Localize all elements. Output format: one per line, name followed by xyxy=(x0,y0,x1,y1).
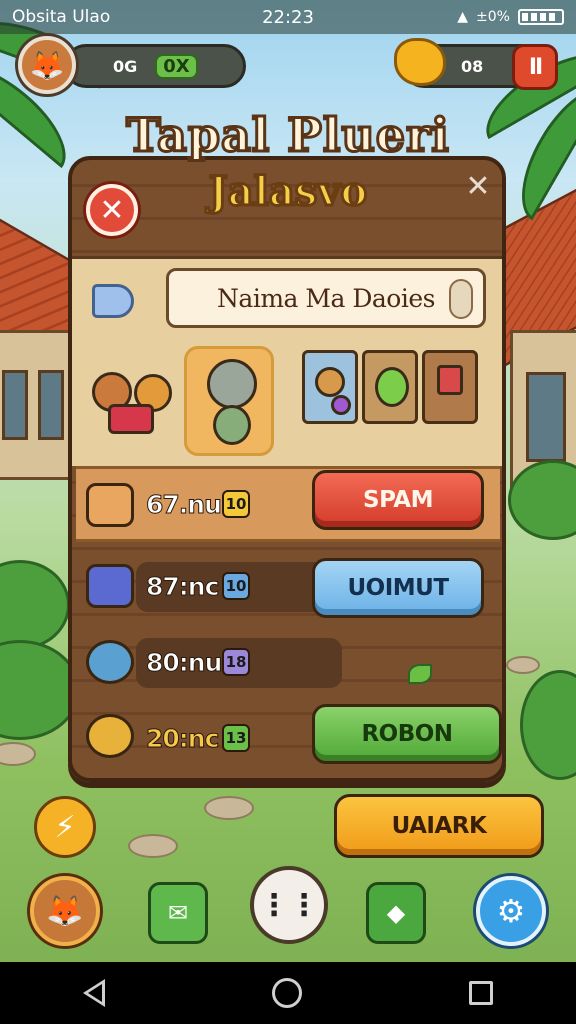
signal-icon: ▲ xyxy=(457,9,469,25)
close-icon: ✕ xyxy=(99,192,125,228)
battery-icon xyxy=(518,9,564,25)
battery-percent: ±0% xyxy=(476,9,510,25)
row-1-badge: 10 xyxy=(222,490,250,518)
fox-hat-icon: 🦊 xyxy=(46,893,84,929)
status-left-text: Obsita Ulao xyxy=(12,7,111,27)
row-4-label: 20:nc xyxy=(145,723,219,753)
system-navigation-bar xyxy=(0,962,576,1024)
row-3-label: 80:nu xyxy=(145,647,222,677)
status-bar: Obsita Ulao 22:23 ▲ ±0% xyxy=(0,0,576,34)
spam-button[interactable]: SPAM xyxy=(312,470,484,530)
pause-icon: II xyxy=(528,54,543,80)
fox-face-icon: 🦊 xyxy=(29,48,65,82)
robon-button[interactable]: ROBON xyxy=(312,704,502,764)
row-1-label: 67.nu xyxy=(146,489,223,519)
small-leaf-icon xyxy=(408,664,432,684)
recent-apps-icon[interactable] xyxy=(468,981,493,1005)
lightning-icon: ⚡ xyxy=(54,809,76,845)
player-currency-bar[interactable]: 0G 0X xyxy=(64,44,246,88)
pause-button[interactable]: II xyxy=(512,44,558,90)
dismiss-icon[interactable]: ✕ xyxy=(462,169,494,204)
gem-counter: 0X xyxy=(155,53,198,79)
row-2-label: 87:nc xyxy=(145,571,219,601)
row-3-badge: 18 xyxy=(222,648,250,676)
dice-icon xyxy=(86,564,134,608)
game-title: Tapal Plueri xyxy=(125,107,451,164)
close-button[interactable]: ✕ xyxy=(86,184,138,236)
reward-row-3: 80:nu 18 xyxy=(76,624,500,700)
row-4-badge: 13 xyxy=(222,724,250,752)
character-tile-3[interactable] xyxy=(422,350,478,424)
diamond-tag-icon: ◆ xyxy=(386,899,406,927)
scroll-knob xyxy=(449,279,473,319)
boost-button[interactable]: ⚡ xyxy=(34,796,96,858)
home-nav-button[interactable]: ⋮⋮ xyxy=(250,866,328,944)
brush-icon xyxy=(86,483,134,527)
settings-nav-button[interactable]: ⚙ xyxy=(476,876,546,946)
home-icon[interactable] xyxy=(271,978,302,1008)
profile-nav-button[interactable]: 🦊 xyxy=(30,876,100,946)
uoimut-button[interactable]: UOIMUT xyxy=(312,558,484,618)
name-banner: Naima Ma Daoies xyxy=(166,268,486,328)
character-tile-1[interactable] xyxy=(302,350,358,424)
player-count: 0G xyxy=(113,56,138,76)
envelope-icon: ✉ xyxy=(167,899,189,927)
gold-icon xyxy=(394,38,446,86)
character-tile-2[interactable] xyxy=(362,350,418,424)
paw-icon: ⋮⋮ xyxy=(259,887,319,923)
tag-nav-button[interactable]: ◆ xyxy=(366,882,426,944)
status-right: ▲ ±0% xyxy=(457,9,564,25)
mouse-character-selected[interactable] xyxy=(184,346,274,456)
uaiark-button[interactable]: UAIARK xyxy=(334,794,544,858)
row-2-badge: 10 xyxy=(222,572,250,600)
back-icon[interactable] xyxy=(83,979,106,1007)
arrow-icon[interactable] xyxy=(92,284,134,318)
banner-text: Naima Ma Daoies xyxy=(217,283,435,313)
player-avatar[interactable]: 🦊 xyxy=(18,36,76,94)
mail-nav-button[interactable]: ✉ xyxy=(148,882,208,944)
pet-pair-character[interactable] xyxy=(88,348,176,446)
gold-count: 08 xyxy=(461,56,484,76)
leaf-icon xyxy=(86,640,134,684)
settings-icon: ⚙ xyxy=(496,892,526,930)
fruit-icon xyxy=(86,714,134,758)
